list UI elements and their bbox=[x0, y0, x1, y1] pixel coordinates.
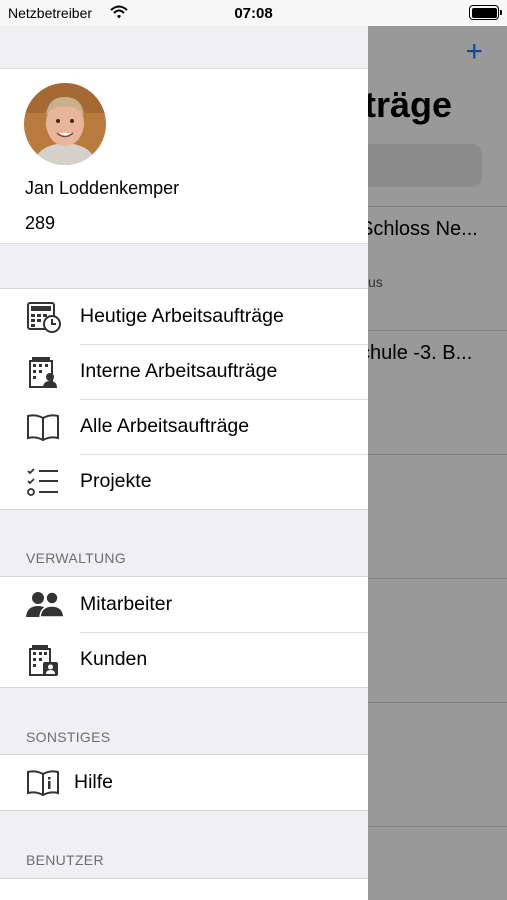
section-header-sonstiges: SONSTIGES bbox=[26, 729, 111, 745]
menu-item-label: Projekte bbox=[80, 470, 152, 492]
logout-icon bbox=[0, 879, 74, 900]
menu-item-label: Alle Arbeitsaufträge bbox=[80, 415, 250, 437]
verwaltung-group: Mitarbeiter Kunden bbox=[0, 576, 368, 688]
menu-item-label: Mitarbeiter bbox=[80, 593, 173, 615]
building-contact-icon bbox=[0, 632, 80, 687]
side-menu: Jan Loddenkemper 289 Heutige Arbeitsauft… bbox=[0, 26, 368, 900]
calculator-clock-icon bbox=[0, 289, 80, 344]
menu-item-label: Kunden bbox=[80, 648, 148, 670]
menu-item-hilfe[interactable]: Hilfe bbox=[0, 755, 368, 810]
menu-item-benutzer-cut[interactable] bbox=[0, 879, 368, 900]
profile-name: Jan Loddenkemper bbox=[25, 178, 180, 198]
status-time: 07:08 bbox=[234, 5, 273, 22]
menu-item-kunden[interactable]: Kunden bbox=[0, 632, 368, 687]
building-person-icon bbox=[0, 344, 80, 399]
main-menu-group: Heutige Arbeitsaufträge Interne Arbeitsa… bbox=[0, 288, 368, 510]
book-icon bbox=[0, 399, 80, 454]
section-header-verwaltung: VERWALTUNG bbox=[26, 550, 126, 566]
menu-item-mitarbeiter[interactable]: Mitarbeiter bbox=[0, 577, 368, 632]
sonstiges-group: Hilfe bbox=[0, 754, 368, 811]
section-header-benutzer: BENUTZER bbox=[26, 852, 104, 868]
menu-item-label: Interne Arbeitsaufträge bbox=[80, 360, 278, 382]
avatar bbox=[24, 83, 106, 165]
menu-item-heutige-arbeitsauftraege[interactable]: Heutige Arbeitsaufträge bbox=[0, 289, 368, 344]
menu-item-alle-arbeitsauftraege[interactable]: Alle Arbeitsaufträge bbox=[0, 399, 368, 454]
profile-card[interactable]: Jan Loddenkemper 289 bbox=[0, 68, 368, 244]
menu-item-interne-arbeitsauftraege[interactable]: Interne Arbeitsaufträge bbox=[0, 344, 368, 399]
battery-icon bbox=[469, 5, 502, 20]
benutzer-group bbox=[0, 878, 368, 900]
profile-number: 289 bbox=[25, 213, 56, 233]
menu-item-projekte[interactable]: Projekte bbox=[0, 454, 368, 509]
status-bar: Netzbetreiber 07:08 bbox=[0, 0, 507, 26]
menu-item-label: Heutige Arbeitsaufträge bbox=[80, 305, 284, 327]
checklist-icon bbox=[0, 454, 80, 509]
help-book-icon bbox=[0, 755, 74, 810]
people-icon bbox=[0, 577, 80, 632]
menu-item-label: Hilfe bbox=[74, 771, 114, 793]
